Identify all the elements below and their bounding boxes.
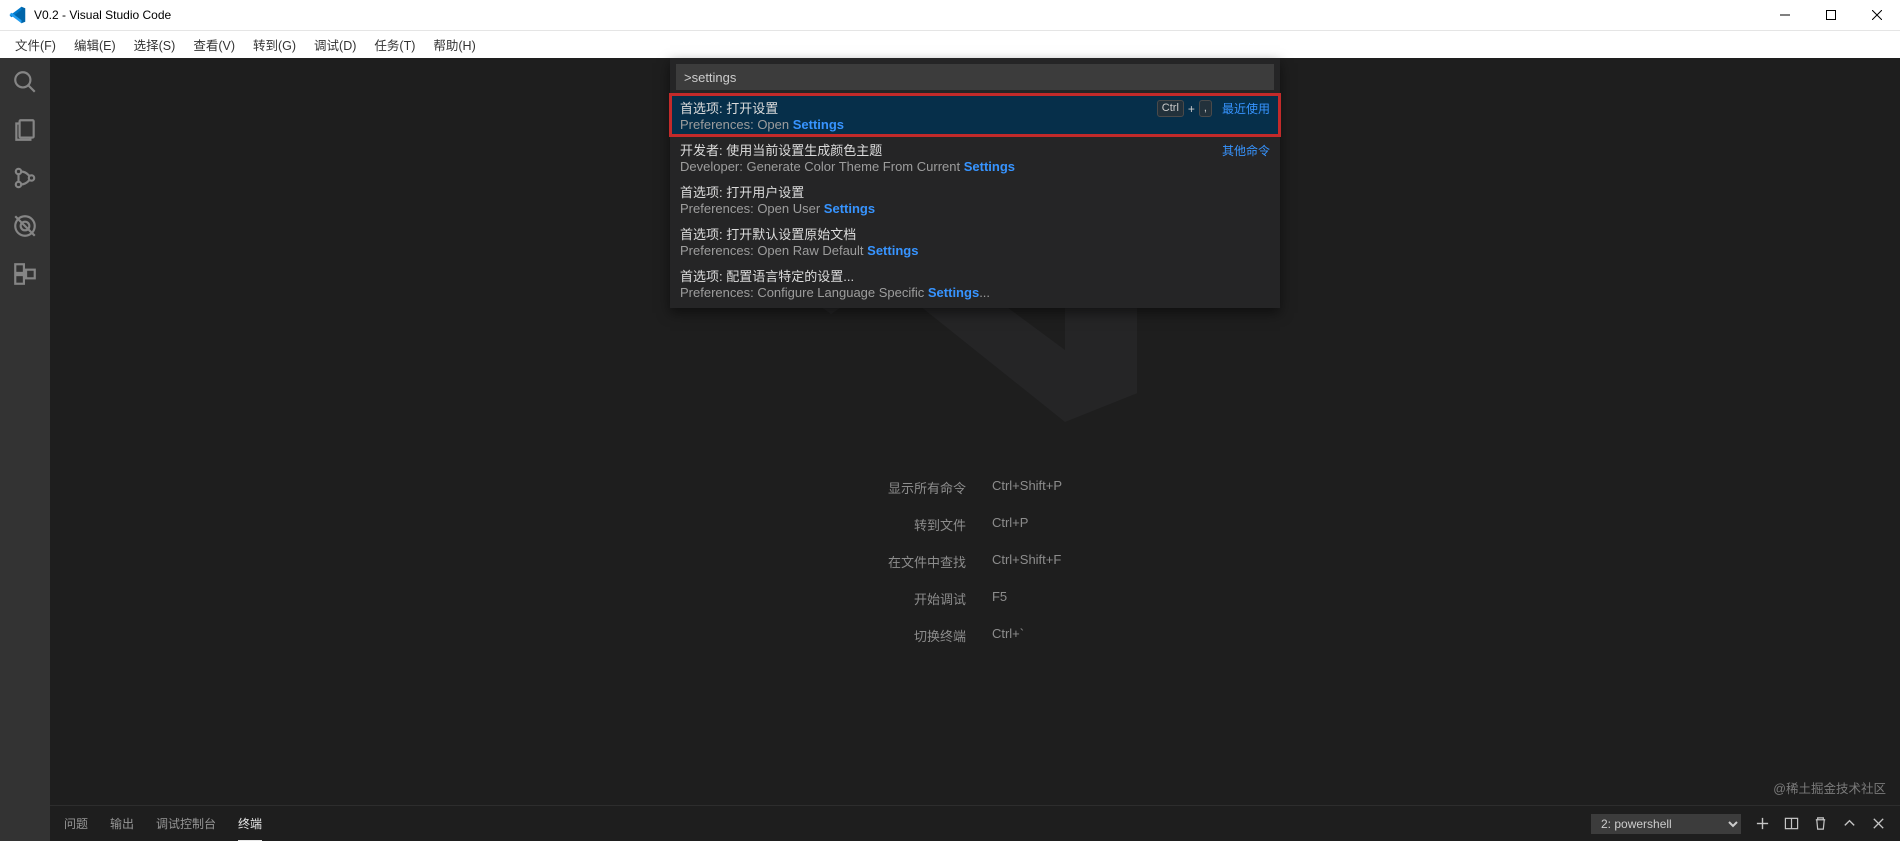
menu-go[interactable]: 转到(G): [244, 31, 305, 58]
palette-item-subtitle: Preferences: Configure Language Specific…: [680, 285, 1270, 300]
palette-item-subtitle: Preferences: Open User Settings: [680, 201, 1270, 216]
close-panel-icon[interactable]: [1871, 816, 1886, 831]
command-palette-input[interactable]: [676, 64, 1274, 90]
panel: 问题 输出 调试控制台 终端 2: powershell: [50, 805, 1900, 841]
keychip-ctrl: Ctrl: [1157, 100, 1184, 117]
kb-label: 转到文件: [888, 515, 966, 534]
panel-tab-terminal[interactable]: 终端: [238, 815, 262, 832]
menu-debug[interactable]: 调试(D): [305, 31, 365, 58]
search-icon[interactable]: [11, 68, 39, 96]
palette-hint-recent: 最近使用: [1222, 100, 1270, 117]
kb-label: 开始调试: [888, 589, 966, 608]
window-maximize-button[interactable]: [1808, 0, 1854, 30]
kb-keys: Ctrl+P: [992, 515, 1062, 534]
palette-item-subtitle: Developer: Generate Color Theme From Cur…: [680, 159, 1270, 174]
palette-item-open-settings[interactable]: 首选项: 打开设置 Preferences: Open Settings Ctr…: [670, 94, 1280, 136]
palette-item-generate-theme[interactable]: 开发者: 使用当前设置生成颜色主题 Developer: Generate Co…: [670, 136, 1280, 178]
palette-item-title: 首选项: 配置语言特定的设置...: [680, 266, 1270, 285]
source-control-icon[interactable]: [11, 164, 39, 192]
window-minimize-button[interactable]: [1762, 0, 1808, 30]
kb-keys: Ctrl+Shift+F: [992, 552, 1062, 571]
new-terminal-icon[interactable]: [1755, 816, 1770, 831]
split-terminal-icon[interactable]: [1784, 816, 1799, 831]
kb-keys: Ctrl+Shift+P: [992, 478, 1062, 497]
palette-item-open-raw-default-settings[interactable]: 首选项: 打开默认设置原始文档 Preferences: Open Raw De…: [670, 220, 1280, 262]
menu-help[interactable]: 帮助(H): [424, 31, 484, 58]
window-titlebar: V0.2 - Visual Studio Code: [0, 0, 1900, 30]
palette-item-subtitle: Preferences: Open Raw Default Settings: [680, 243, 1270, 258]
terminal-selector[interactable]: 2: powershell: [1591, 814, 1741, 834]
panel-tab-debug-console[interactable]: 调试控制台: [156, 815, 216, 832]
menu-selection[interactable]: 选择(S): [125, 31, 185, 58]
menu-tasks[interactable]: 任务(T): [365, 31, 424, 58]
kb-label: 显示所有命令: [888, 478, 966, 497]
command-palette: 首选项: 打开设置 Preferences: Open Settings Ctr…: [670, 58, 1280, 308]
vscode-logo-icon: [8, 6, 26, 24]
activity-bar: [0, 58, 50, 841]
menu-view[interactable]: 查看(V): [184, 31, 244, 58]
palette-hint-other: 其他命令: [1222, 142, 1270, 159]
menu-bar: 文件(F) 编辑(E) 选择(S) 查看(V) 转到(G) 调试(D) 任务(T…: [0, 30, 1900, 58]
kb-label: 在文件中查找: [888, 552, 966, 571]
panel-tab-problems[interactable]: 问题: [64, 815, 88, 832]
explorer-icon[interactable]: [11, 116, 39, 144]
menu-file[interactable]: 文件(F): [6, 31, 65, 58]
kb-keys: F5: [992, 589, 1062, 608]
kill-terminal-icon[interactable]: [1813, 816, 1828, 831]
palette-item-title: 开发者: 使用当前设置生成颜色主题: [680, 140, 1270, 159]
panel-tab-output[interactable]: 输出: [110, 815, 134, 832]
palette-item-subtitle: Preferences: Open Settings: [680, 117, 1270, 132]
menu-edit[interactable]: 编辑(E): [65, 31, 125, 58]
keychip-comma: ,: [1199, 100, 1212, 117]
editor-area: 显示所有命令 Ctrl+Shift+P 转到文件 Ctrl+P 在文件中查找 Ctrl…: [50, 58, 1900, 841]
extensions-icon[interactable]: [11, 260, 39, 288]
palette-item-open-user-settings[interactable]: 首选项: 打开用户设置 Preferences: Open User Setti…: [670, 178, 1280, 220]
palette-item-configure-language-settings[interactable]: 首选项: 配置语言特定的设置... Preferences: Configure…: [670, 262, 1280, 304]
kb-keys: Ctrl+`: [992, 626, 1062, 645]
watermark-text: @稀土掘金技术社区: [1773, 778, 1886, 797]
debug-icon[interactable]: [11, 212, 39, 240]
window-close-button[interactable]: [1854, 0, 1900, 30]
palette-item-title: 首选项: 打开默认设置原始文档: [680, 224, 1270, 243]
kb-label: 切换终端: [888, 626, 966, 645]
maximize-panel-icon[interactable]: [1842, 816, 1857, 831]
window-title: V0.2 - Visual Studio Code: [34, 8, 171, 22]
palette-item-title: 首选项: 打开用户设置: [680, 182, 1270, 201]
welcome-keybindings: 显示所有命令 Ctrl+Shift+P 转到文件 Ctrl+P 在文件中查找 Ctrl…: [888, 478, 1062, 645]
command-palette-list: 首选项: 打开设置 Preferences: Open Settings Ctr…: [670, 94, 1280, 308]
